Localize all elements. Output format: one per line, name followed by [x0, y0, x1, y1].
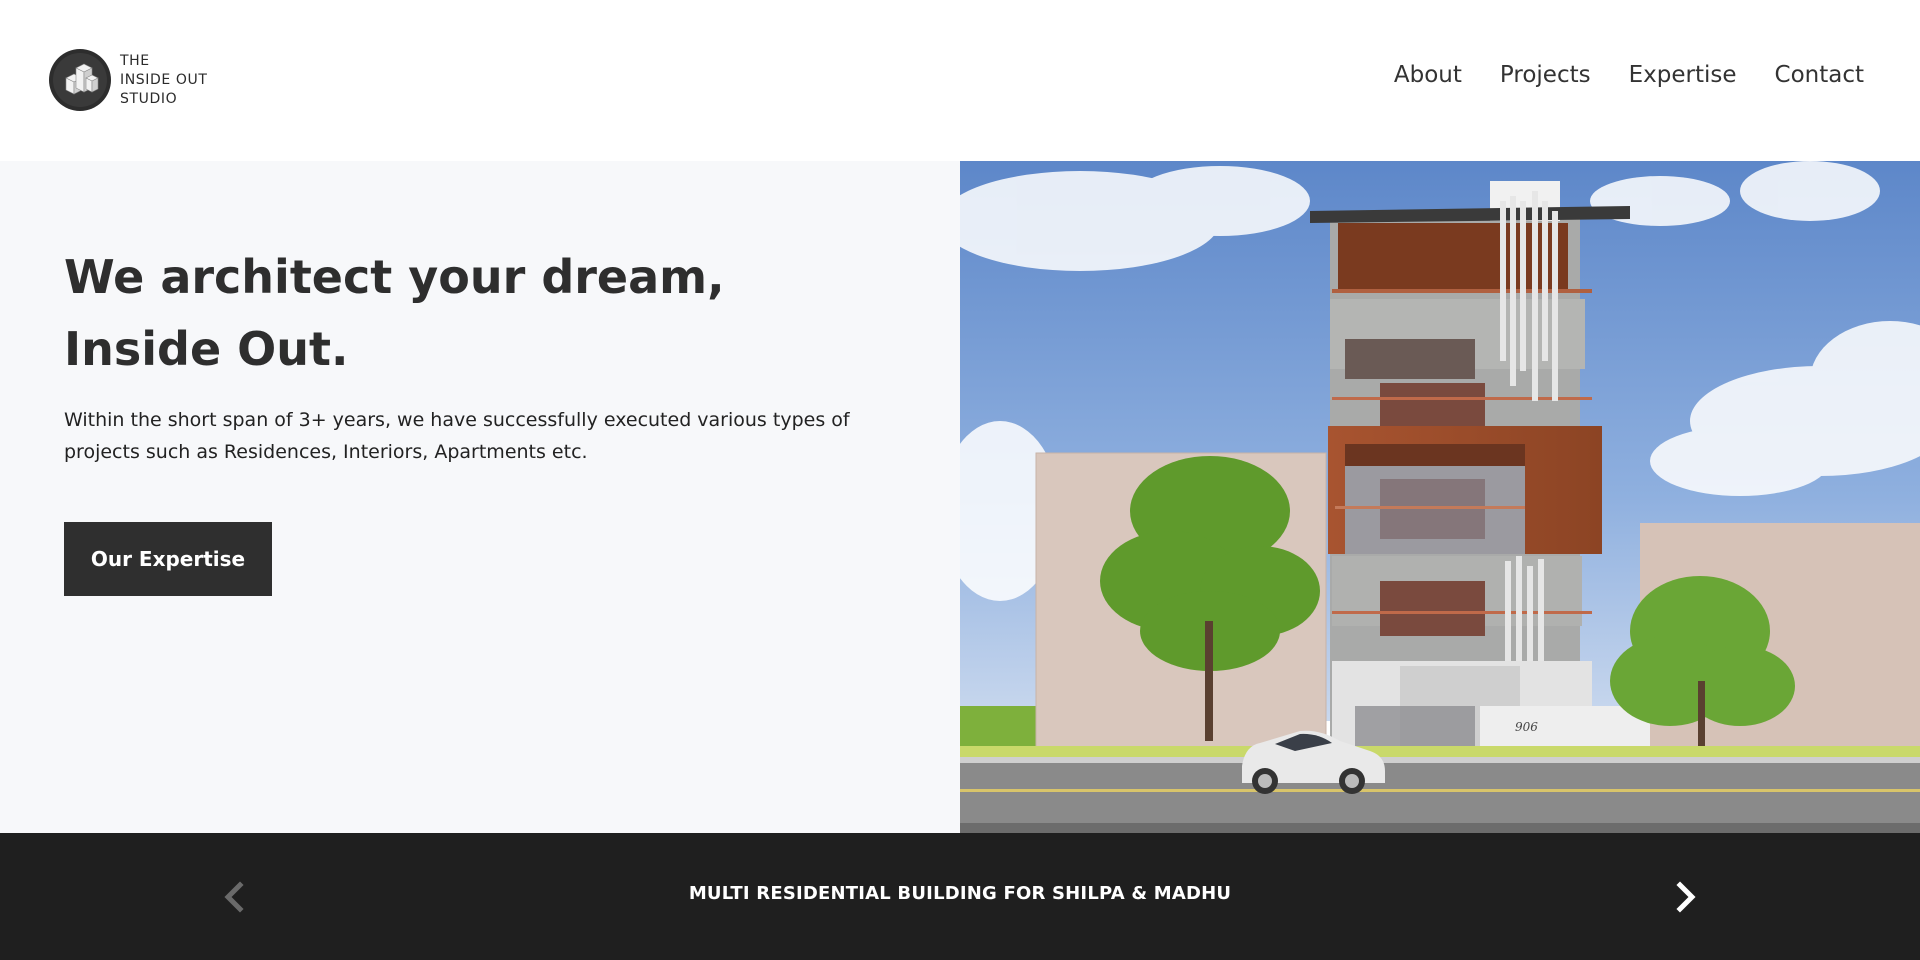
our-expertise-button[interactable]: Our Expertise — [64, 522, 272, 596]
brand-line-2: INSIDE OUT — [120, 71, 208, 88]
chevron-right-icon[interactable] — [1665, 877, 1705, 917]
nav-about[interactable]: About — [1394, 62, 1462, 88]
hero-description: Within the short span of 3+ years, we ha… — [64, 409, 850, 463]
hero-title-line-1: We architect your dream, — [64, 250, 725, 304]
studio-logo-icon — [49, 49, 111, 111]
project-render-image: 906 — [960, 161, 1920, 833]
hero-title-line-2: Inside Out. — [64, 322, 349, 376]
house-number: 906 — [1515, 720, 1538, 734]
site-header: THE INSIDE OUT STUDIO About Projects Exp… — [0, 0, 1920, 161]
nav-expertise[interactable]: Expertise — [1629, 62, 1737, 88]
building-render: 906 — [960, 161, 1920, 833]
nav-projects[interactable]: Projects — [1500, 62, 1591, 88]
brand-name: THE INSIDE OUT STUDIO — [120, 52, 208, 109]
brand-line-3: STUDIO — [120, 90, 178, 107]
brand-logo[interactable]: THE INSIDE OUT STUDIO — [48, 48, 208, 112]
hero-title: We architect your dream, Inside Out. — [64, 241, 924, 385]
main-nav: About Projects Expertise Contact — [1394, 62, 1864, 88]
hero-section: We architect your dream, Inside Out. Wit… — [0, 161, 960, 833]
project-slider-bar: MULTI RESIDENTIAL BUILDING FOR SHILPA & … — [0, 833, 1920, 960]
nav-contact[interactable]: Contact — [1775, 62, 1864, 88]
slide-caption: MULTI RESIDENTIAL BUILDING FOR SHILPA & … — [688, 883, 1232, 904]
brand-line-1: THE — [120, 52, 150, 69]
